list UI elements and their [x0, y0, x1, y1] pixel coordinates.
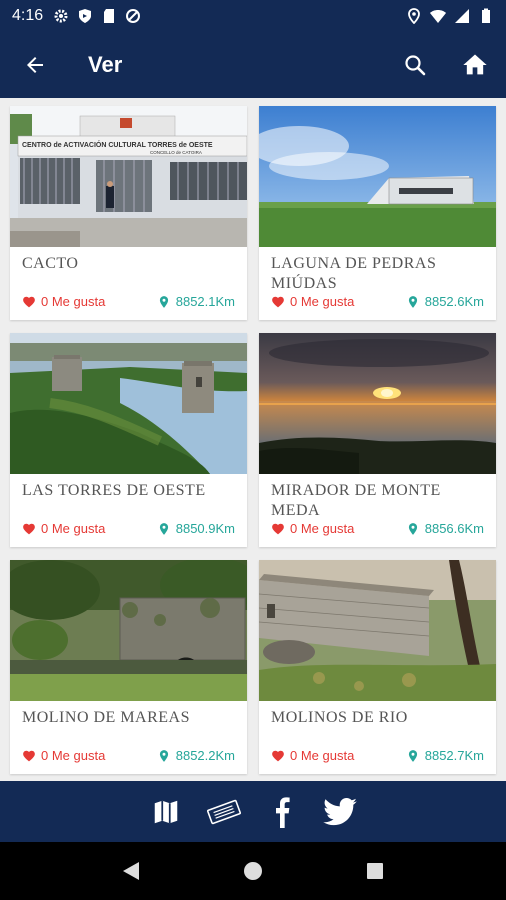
facebook-icon: [276, 796, 290, 828]
place-card[interactable]: MOLINO DE MAREAS 0 Me gusta 8852.2Km: [10, 560, 247, 774]
map-button[interactable]: [137, 787, 195, 837]
heart-icon: [23, 750, 35, 761]
distance: 8852.2Km: [157, 748, 235, 763]
distance-label: 8856.6Km: [424, 521, 484, 536]
places-grid: CENTRO de ACTIVACIÓN CULTURAL TORRES de …: [0, 98, 506, 781]
map-icon: [154, 800, 178, 823]
recents-square-icon: [367, 863, 383, 879]
ticket-button[interactable]: [195, 787, 253, 837]
home-button[interactable]: [457, 47, 493, 83]
twitter-button[interactable]: [311, 787, 369, 837]
likes-label: 0 Me gusta: [41, 294, 106, 309]
distance-label: 8850.9Km: [175, 521, 235, 536]
place-image: [259, 106, 496, 247]
likes-button[interactable]: 0 Me gusta: [22, 294, 105, 309]
distance-label: 8852.7Km: [424, 748, 484, 763]
location-pin-icon: [408, 749, 417, 762]
place-card[interactable]: MOLINOS DE RIO 0 Me gusta 8852.7Km: [259, 560, 496, 774]
home-icon: [463, 54, 487, 75]
distance: 8850.9Km: [157, 521, 235, 536]
place-title: MOLINOS DE RIO: [271, 709, 408, 726]
distance: 8852.7Km: [406, 748, 484, 763]
location-pin-icon: [159, 749, 168, 762]
place-title: MIRADOR DE MONTE MEDA: [271, 482, 441, 519]
distance-label: 8852.6Km: [424, 294, 484, 309]
place-image: [10, 333, 247, 474]
place-card[interactable]: LAS TORRES DE OESTE 0 Me gusta 8850.9Km: [10, 333, 247, 547]
gear-icon: [53, 8, 69, 24]
heart-icon: [272, 296, 284, 307]
social-bar: [0, 781, 506, 842]
likes-button[interactable]: 0 Me gusta: [22, 748, 105, 763]
place-title: LAS TORRES DE OESTE: [22, 482, 206, 499]
place-title: MOLINO DE MAREAS: [22, 709, 190, 726]
search-button[interactable]: [397, 47, 433, 83]
sd-card-icon: [101, 8, 117, 24]
home-circle-icon: [244, 862, 262, 880]
facebook-button[interactable]: [253, 787, 311, 837]
distance-label: 8852.2Km: [175, 748, 235, 763]
heart-icon: [23, 296, 35, 307]
shield-icon: [77, 8, 93, 24]
likes-button[interactable]: 0 Me gusta: [271, 748, 354, 763]
status-icons-left: [53, 8, 141, 24]
place-title: CACTO: [22, 255, 79, 272]
sign-text: CENTRO de ACTIVACIÓN CULTURAL TORRES de …: [22, 140, 213, 149]
location-pin-icon: [408, 522, 417, 535]
heart-icon: [23, 523, 35, 534]
back-arrow-icon: [27, 57, 43, 73]
nav-back-button[interactable]: [111, 851, 151, 891]
sign-subtext: CONCELLO de CATOIRA: [150, 150, 202, 155]
nav-home-button[interactable]: [233, 851, 273, 891]
distance: 8856.6Km: [406, 521, 484, 536]
app-toolbar: Ver: [0, 32, 506, 98]
ticket-icon: [206, 799, 242, 824]
distance-label: 8852.1Km: [175, 294, 235, 309]
distance: 8852.6Km: [406, 294, 484, 309]
battery-icon: [478, 8, 494, 24]
wifi-icon: [430, 8, 446, 24]
place-image: CENTRO de ACTIVACIÓN CULTURAL TORRES de …: [10, 106, 247, 247]
system-nav-bar: [0, 842, 506, 900]
likes-button[interactable]: 0 Me gusta: [271, 521, 354, 536]
likes-label: 0 Me gusta: [41, 748, 106, 763]
place-card[interactable]: LAGUNA DE PEDRAS MIÚDAS 0 Me gusta 8852.…: [259, 106, 496, 320]
likes-button[interactable]: 0 Me gusta: [271, 294, 354, 309]
back-button[interactable]: [17, 47, 53, 83]
heart-icon: [272, 523, 284, 534]
likes-label: 0 Me gusta: [290, 294, 355, 309]
place-card[interactable]: CENTRO de ACTIVACIÓN CULTURAL TORRES de …: [10, 106, 247, 320]
sync-icon: [125, 8, 141, 24]
signal-icon: [454, 8, 470, 24]
page-title: Ver: [88, 52, 123, 77]
likes-label: 0 Me gusta: [290, 748, 355, 763]
likes-label: 0 Me gusta: [41, 521, 106, 536]
distance: 8852.1Km: [157, 294, 235, 309]
back-triangle-icon: [123, 862, 139, 880]
likes-button[interactable]: 0 Me gusta: [22, 521, 105, 536]
location-pin-icon: [408, 295, 417, 308]
status-bar: 4:16: [0, 0, 506, 32]
status-time: 4:16: [12, 7, 44, 24]
search-icon: [405, 55, 426, 76]
place-image: [259, 333, 496, 474]
nav-recents-button[interactable]: [355, 851, 395, 891]
status-icons-right: [406, 8, 494, 24]
place-title: LAGUNA DE PEDRAS MIÚDAS: [271, 255, 437, 292]
heart-icon: [272, 750, 284, 761]
place-card[interactable]: MIRADOR DE MONTE MEDA 0 Me gusta 8856.6K…: [259, 333, 496, 547]
place-image: [10, 560, 247, 701]
location-icon: [406, 8, 422, 24]
location-pin-icon: [159, 295, 168, 308]
likes-label: 0 Me gusta: [290, 521, 355, 536]
place-image: [259, 560, 496, 701]
location-pin-icon: [159, 522, 168, 535]
twitter-icon: [323, 797, 357, 825]
